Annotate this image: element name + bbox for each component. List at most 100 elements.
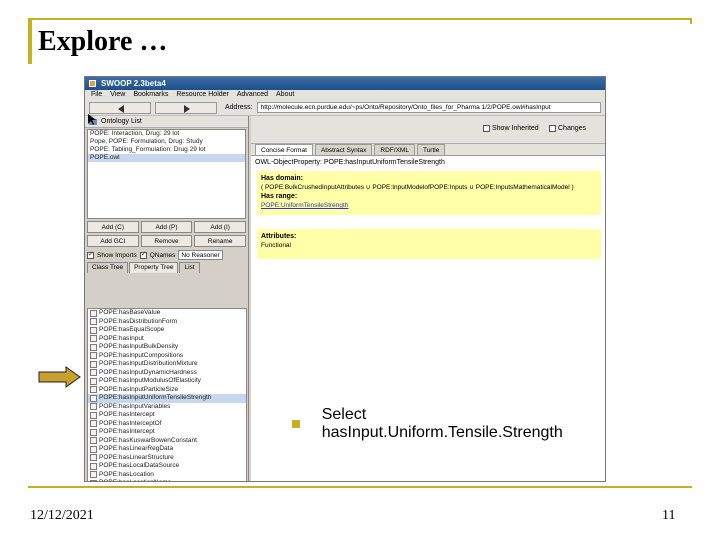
tree-item[interactable]: POPE:hasIntercept xyxy=(88,428,246,437)
tree-item-label: POPE:hasLocation xyxy=(99,470,154,478)
property-icon xyxy=(90,428,97,436)
tree-item-selected[interactable]: POPE:hasInputUniformTensileStrength xyxy=(88,394,246,403)
add-individual-button[interactable]: Add (I) xyxy=(194,221,246,233)
tree-item-label: POPE:hasLocalDataSource xyxy=(99,462,180,469)
tree-item[interactable]: POPE:hasInputModulusOfElasticity xyxy=(88,377,246,386)
property-tree[interactable]: POPE:hasBaseValue POPE:hasDistributionFor… xyxy=(87,308,247,481)
property-icon xyxy=(90,411,97,419)
ontology-item-selected[interactable]: POPE.owl xyxy=(88,154,245,162)
show-inherited-checkbox[interactable] xyxy=(483,125,490,132)
tree-item[interactable]: POPE:hasInputCompositions xyxy=(88,352,246,361)
tree-item[interactable]: POPE:hasEqualScope xyxy=(88,326,246,335)
menu-bookmarks[interactable]: Bookmarks xyxy=(133,90,168,100)
tree-item[interactable]: POPE:hasInputDistributionMixture xyxy=(88,360,246,369)
tree-item[interactable]: POPE:hasLinearStructure xyxy=(88,454,246,463)
tree-item[interactable]: POPE:hasInputParticleSize xyxy=(88,386,246,395)
tree-item-label: POPE:hasInput xyxy=(99,334,144,342)
property-icon xyxy=(90,369,97,377)
tree-item[interactable]: POPE:hasLocationName xyxy=(88,479,246,481)
tree-item[interactable]: POPE:hasKuswarBowenConstant xyxy=(88,437,246,446)
range-link[interactable]: POPE:UniformTensileStrength xyxy=(261,201,597,210)
tree-item-label: POPE:hasIntercept xyxy=(99,411,155,418)
property-icon xyxy=(90,360,97,368)
qnames-label: QNames xyxy=(149,251,176,259)
property-heading: OWL-ObjectProperty: POPE:hasInputUniform… xyxy=(255,159,445,166)
remove-button[interactable]: Remove xyxy=(140,235,193,247)
property-icon xyxy=(90,326,97,334)
tab-abstract-syntax[interactable]: Abstract Syntax xyxy=(314,144,373,155)
changes-label: Changes xyxy=(558,125,587,132)
menu-view[interactable]: View xyxy=(110,90,125,100)
changes-checkbox[interactable] xyxy=(549,125,556,132)
tree-item[interactable]: POPE:hasLocalDataSource xyxy=(88,462,246,471)
menu-bar: File View Bookmarks Resource Holder Adva… xyxy=(85,90,605,100)
tab-class-tree[interactable]: Class Tree xyxy=(87,262,129,273)
show-inherited-label: Show Inherited xyxy=(492,125,539,132)
ontology-list-header: Ontology List xyxy=(85,116,248,128)
tree-item-label: POPE:hasLocationName xyxy=(99,479,171,481)
property-icon xyxy=(90,462,97,470)
property-icon xyxy=(90,454,97,462)
menu-resource-holder[interactable]: Resource Holder xyxy=(176,90,229,100)
menu-about[interactable]: About xyxy=(276,90,294,100)
tree-item[interactable]: POPE:hasInput xyxy=(88,335,246,344)
right-accent-tick xyxy=(690,18,692,24)
property-icon xyxy=(90,445,97,453)
domain-heading: Has domain: xyxy=(261,175,304,182)
tab-property-tree[interactable]: Property Tree xyxy=(129,262,179,273)
tree-item[interactable]: POPE:hasBaseValue xyxy=(88,309,246,318)
tab-turtle[interactable]: Turtle xyxy=(416,144,446,155)
domain-value[interactable]: ( POPE:BulkCrushedInputAttributes ∪ POPE… xyxy=(261,183,597,192)
entity-buttons: Add (C) Add (P) Add (I) Add GCI Remove R… xyxy=(87,221,246,247)
changes-option[interactable]: Changes xyxy=(549,125,586,132)
tab-rdf-xml[interactable]: RDF/XML xyxy=(374,144,415,155)
tree-item-label: POPE:hasInputDistributionMixture xyxy=(99,360,198,367)
add-property-button[interactable]: Add (P) xyxy=(140,221,193,233)
tree-item[interactable]: POPE:hasInputVariables xyxy=(88,403,246,412)
property-icon xyxy=(90,471,97,479)
address-input[interactable]: http://molecule.ecn.purdue.edu/~ps/Onto/… xyxy=(256,102,601,113)
qnames-checkbox[interactable] xyxy=(139,250,147,259)
tree-item-label: POPE:hasInputVariables xyxy=(99,402,171,410)
property-icon xyxy=(90,437,97,445)
attributes-value: Functional xyxy=(261,242,291,249)
reasoner-select[interactable]: No Reasoner xyxy=(178,250,223,260)
window-titlebar[interactable]: SWOOP 2.3beta4 xyxy=(85,77,605,90)
property-icon xyxy=(90,352,97,360)
ontology-item[interactable]: POPE: Interaction, Drug: 29 lot xyxy=(88,130,245,138)
tree-item[interactable]: POPE:hasLinearRegData xyxy=(88,445,246,454)
property-icon xyxy=(90,403,97,411)
tree-item[interactable]: POPE:hasInputBulkDensity xyxy=(88,343,246,352)
tree-tabs: Class Tree Property Tree List xyxy=(87,262,246,273)
ontology-list[interactable]: POPE: Interaction, Drug: 29 lot Pope, PO… xyxy=(87,129,246,219)
menu-advanced[interactable]: Advanced xyxy=(237,90,268,100)
tree-item-label: POPE:hasInputModulusOfElasticity xyxy=(99,377,201,384)
rename-button[interactable]: Rename xyxy=(194,235,246,247)
forward-button[interactable] xyxy=(155,101,217,114)
tree-item[interactable]: POPE:hasIntercept xyxy=(88,411,246,420)
tab-concise-format[interactable]: Concise Format xyxy=(255,144,313,155)
right-toolbar: Show Inherited Changes xyxy=(251,116,605,144)
show-imports-checkbox[interactable] xyxy=(87,250,94,259)
page-number: 11 xyxy=(662,508,676,523)
add-gci-button[interactable]: Add GCI xyxy=(87,235,139,247)
show-inherited-option[interactable]: Show Inherited xyxy=(483,125,539,132)
menu-file[interactable]: File xyxy=(91,90,102,100)
property-icon xyxy=(90,309,97,317)
ontology-item[interactable]: POPE: Tabling_Formulation: Drug 29 lot xyxy=(88,146,245,154)
property-icon xyxy=(90,479,97,481)
tab-list[interactable]: List xyxy=(179,262,200,273)
tree-item[interactable]: POPE:hasInterceptOf xyxy=(88,420,246,429)
tree-item-label: POPE:hasInputParticleSize xyxy=(99,385,179,393)
property-details: OWL-ObjectProperty: POPE:hasInputUniform… xyxy=(251,156,605,265)
tree-item[interactable]: POPE:hasInputDynamicHardness xyxy=(88,369,246,378)
app-icon xyxy=(89,80,96,87)
add-class-button[interactable]: Add (C) xyxy=(87,221,139,233)
back-button[interactable] xyxy=(89,101,151,114)
tree-item[interactable]: POPE:hasDistributionForm xyxy=(88,318,246,327)
format-tabs: Concise Format Abstract Syntax RDF/XML T… xyxy=(251,144,605,156)
options-row: Show Imports QNames No Reasoner xyxy=(87,249,246,261)
tree-item[interactable]: POPE:hasLocation xyxy=(88,471,246,480)
ontology-item[interactable]: Pope, POPE: Formulation, Drug: Study xyxy=(88,138,245,146)
property-icon xyxy=(90,386,97,394)
